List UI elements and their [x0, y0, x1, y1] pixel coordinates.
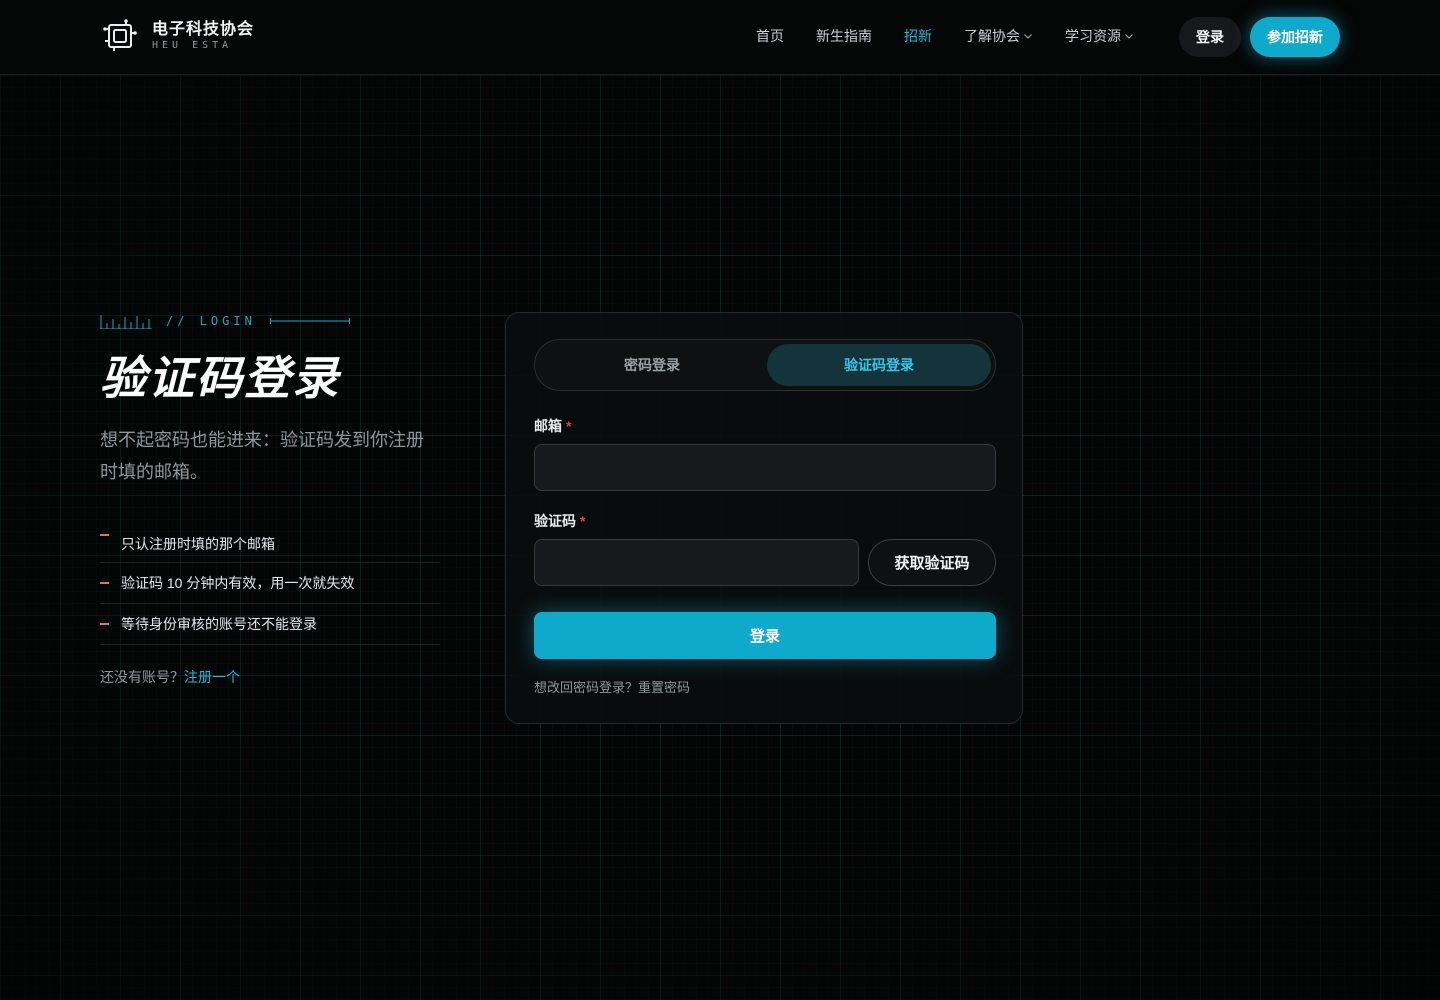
login-intro: // LOGIN 验证码登录 想不起密码也能进来：验证码发到你注册时填的邮箱。 …: [100, 312, 440, 687]
main-nav: 首页 新生指南 招新 了解协会 学习资源: [756, 26, 1166, 46]
top-navigation-bar: 电子科技协会 HEU ESTA 首页 新生指南 招新 了解协会 学习资源 登录 …: [0, 0, 1440, 75]
login-mode-tabs: 密码登录 验证码登录: [534, 339, 996, 391]
dash-icon: [100, 582, 109, 584]
reset-password-link[interactable]: 重置密码: [638, 680, 690, 695]
chevron-down-icon: [1024, 34, 1032, 39]
switch-prompt: 想改回密码登录？: [534, 680, 639, 695]
register-link[interactable]: 注册一个: [184, 669, 240, 685]
dash-icon: [100, 534, 109, 536]
section-kicker: // LOGIN: [100, 312, 440, 330]
list-item: 只认注册时填的那个邮箱: [100, 528, 440, 563]
login-card: 密码登录 验证码登录 邮箱 * 验证码 * 获取验证码 登录 想改回密码登录？重置密…: [505, 312, 1023, 724]
page-title: 验证码登录: [100, 352, 340, 404]
tip-text: 等待身份审核的账号还不能登录: [121, 616, 317, 632]
switch-mode-line: 想改回密码登录？重置密码: [534, 677, 690, 696]
code-label-text: 验证码: [534, 513, 576, 529]
circuit-logo-icon: [103, 19, 137, 51]
brand-subtitle: HEU ESTA: [152, 40, 233, 51]
brand-name: 电子科技协会: [152, 21, 255, 38]
join-recruitment-button[interactable]: 参加招新: [1250, 17, 1340, 57]
tab-code-login[interactable]: 验证码登录: [767, 344, 991, 386]
nav-label: 学习资源: [1065, 28, 1121, 44]
header-login-button[interactable]: 登录: [1179, 17, 1241, 57]
tab-password-login[interactable]: 密码登录: [539, 344, 765, 386]
tips-list: 只认注册时填的那个邮箱 验证码 10 分钟内有效，用一次就失效 等待身份审核的账…: [100, 528, 440, 645]
get-code-button[interactable]: 获取验证码: [868, 539, 996, 586]
nav-item-recruitment[interactable]: 招新: [904, 26, 932, 46]
verification-code-field[interactable]: [534, 539, 859, 586]
register-prompt-text: 还没有账号？: [100, 669, 184, 685]
nav-item-freshman-guide[interactable]: 新生指南: [816, 26, 872, 46]
required-mark: *: [566, 418, 572, 434]
chevron-down-icon: [1125, 34, 1133, 39]
tick-marks-decoration: [100, 315, 152, 329]
register-prompt: 还没有账号？注册一个: [100, 667, 440, 687]
brand[interactable]: 电子科技协会 HEU ESTA: [102, 18, 254, 54]
list-item: 等待身份审核的账号还不能登录: [100, 604, 440, 645]
dash-icon: [100, 623, 109, 625]
email-label: 邮箱 *: [534, 416, 571, 436]
line-decoration: [269, 318, 350, 324]
tip-text: 只认注册时填的那个邮箱: [121, 536, 275, 552]
page-subtitle: 想不起密码也能进来：验证码发到你注册时填的邮箱。: [100, 430, 424, 482]
email-label-text: 邮箱: [534, 418, 562, 434]
list-item: 验证码 10 分钟内有效，用一次就失效: [100, 563, 440, 604]
nav-item-about[interactable]: 了解协会: [964, 26, 1033, 46]
nav-label: 新生指南: [816, 28, 872, 44]
nav-item-resources[interactable]: 学习资源: [1065, 26, 1134, 46]
login-submit-button[interactable]: 登录: [534, 612, 996, 659]
nav-label: 招新: [904, 28, 932, 44]
kicker-text: // LOGIN: [166, 314, 256, 328]
nav-label: 首页: [756, 28, 784, 44]
required-mark: *: [580, 513, 586, 529]
nav-label: 了解协会: [964, 28, 1020, 44]
nav-item-home[interactable]: 首页: [756, 26, 784, 46]
code-label: 验证码 *: [534, 511, 585, 531]
email-field[interactable]: [534, 444, 996, 491]
tip-text: 验证码 10 分钟内有效，用一次就失效: [121, 575, 355, 591]
